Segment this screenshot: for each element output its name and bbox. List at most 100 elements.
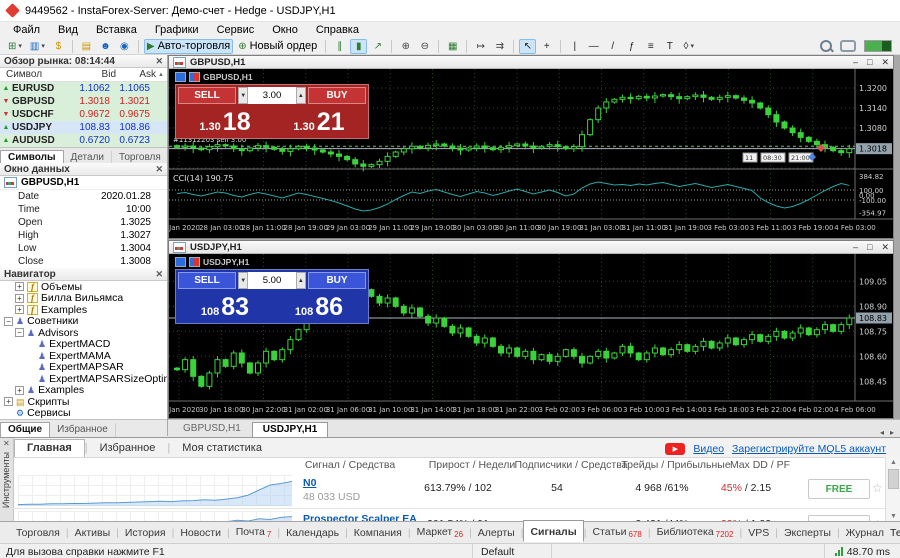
toolbox-tab-эксперты[interactable]: Эксперты (778, 524, 837, 542)
toolbox-tab-календарь[interactable]: Календарь (280, 524, 345, 542)
fibonacci-button[interactable]: ƒ (623, 39, 640, 54)
toolbox-tab-журнал[interactable]: Журнал (840, 524, 890, 542)
zoom-in-button[interactable]: ⊕ (397, 39, 414, 54)
dropdown-icon[interactable]: ▾ (690, 42, 694, 50)
horizontal-line-button[interactable]: — (585, 39, 602, 54)
column-symbol[interactable]: Символ (0, 69, 72, 80)
tile-windows-button[interactable]: ▦ (444, 39, 461, 54)
one-click-icon[interactable] (175, 72, 186, 82)
tree-item[interactable]: ♟ExpertMAMA (0, 350, 167, 362)
symbol-cell[interactable]: EURUSD (12, 83, 66, 94)
maximize-icon[interactable]: □ (867, 57, 872, 68)
menu-item[interactable]: Вставка (87, 23, 146, 37)
tree-item[interactable]: +fExamples (0, 304, 167, 316)
tree-item[interactable]: ⚙Сервисы (0, 408, 167, 420)
signals-tab-2[interactable]: Избранное (88, 440, 168, 457)
market-watch-row[interactable]: ▼USDCHF0.96720.9675 (0, 108, 167, 121)
dropdown-icon[interactable]: ▾ (41, 42, 45, 50)
auto-scroll-button[interactable]: ⇉ (491, 39, 508, 54)
strategy-tester-label[interactable]: Тестер стратегий (890, 527, 900, 539)
shift-end-button[interactable]: ↦ (472, 39, 489, 54)
tree-item[interactable]: ♟ExpertMAPSAR (0, 362, 167, 374)
close-icon[interactable]: ✕ (3, 439, 10, 448)
volume-decrease-icon[interactable]: ▼ (238, 272, 248, 289)
bar-chart-button[interactable]: ∥ (331, 39, 348, 54)
chat-icon[interactable] (840, 40, 856, 52)
toolbox-tab-библиотека[interactable]: Библиотека7202 (651, 523, 740, 542)
dropdown-icon[interactable]: ▾ (18, 42, 22, 50)
close-icon[interactable]: ✕ (155, 269, 163, 280)
register-mql5-link[interactable]: Зарегистрируйте MQL5 аккаунт (732, 443, 886, 455)
navigator-tab-2[interactable]: Избранное (50, 423, 116, 437)
tree-item[interactable]: ♟ExpertMAPSARSizeOptim (0, 373, 167, 385)
status-profile[interactable]: Default (472, 544, 552, 558)
chart-tab-gbpusd[interactable]: GBPUSD,H1 (172, 421, 252, 437)
scroll-right-icon[interactable]: ▸ (890, 428, 894, 437)
symbol-cell[interactable]: USDCHF (12, 109, 66, 120)
column-header[interactable]: Прирост / Недели (429, 459, 516, 471)
subscribe-free-button[interactable]: FREE (808, 479, 870, 499)
market-watch-row[interactable]: ▲USDJPY108.83108.86 (0, 121, 167, 134)
close-icon[interactable]: ✕ (155, 164, 163, 175)
symbol-cell[interactable]: AUDUSD (12, 135, 66, 146)
volume-input[interactable] (248, 272, 295, 289)
chart-window-titlebar[interactable]: USDJPY,H1 – □ ✕ (169, 241, 893, 254)
minimize-icon[interactable]: – (853, 57, 858, 68)
signal-row[interactable]: N048 033 USD613.79% / 102544 968 /61%45%… (0, 473, 900, 508)
tree-item[interactable]: −♟Advisors (0, 327, 167, 339)
menu-item[interactable]: Вид (49, 23, 87, 37)
navigator-tab-1[interactable]: Общие (0, 422, 50, 437)
autotrading-button[interactable]: ▶Авто-торговля (144, 39, 233, 54)
toolbox-tab-история[interactable]: История (119, 524, 172, 542)
sell-button[interactable]: SELL (178, 87, 236, 104)
chart-window-titlebar[interactable]: GBPUSD,H1 – □ ✕ (169, 56, 893, 69)
signal-row[interactable]: Prospector Scalper EA201.54% / 912652 43… (0, 508, 900, 522)
chart-canvas[interactable]: #11312203 sell 3.00CCI(14) 190.751.32001… (169, 69, 893, 238)
trendline-button[interactable]: / (604, 39, 621, 54)
column-bid[interactable]: Bid (72, 69, 116, 80)
market-watch-row[interactable]: ▼GBPUSD1.30181.3021 (0, 95, 167, 108)
vertical-line-button[interactable]: | (566, 39, 583, 54)
data-window-button[interactable]: ☻ (97, 39, 114, 54)
objects-button[interactable]: ◊▾ (680, 39, 697, 54)
tree-item[interactable]: +fБилла Вильямса (0, 293, 167, 305)
collapse-icon[interactable]: − (15, 328, 24, 337)
tree-item[interactable]: +♟Examples (0, 385, 167, 397)
close-icon[interactable]: ✕ (881, 57, 889, 68)
menu-item[interactable]: Графики (146, 23, 208, 37)
scroll-up-icon[interactable]: ▲ (156, 72, 166, 78)
video-link[interactable]: Видео (693, 443, 724, 455)
sell-price[interactable]: 10883 (178, 289, 272, 321)
scroll-left-icon[interactable]: ◂ (880, 428, 884, 437)
chart-canvas[interactable]: 109.05108.90108.75108.60108.45108.8330 J… (169, 254, 893, 418)
toolbox-tab-маркет[interactable]: Маркет26 (411, 523, 469, 542)
volume-increase-icon[interactable]: ▲ (296, 87, 306, 104)
menu-item[interactable]: Файл (4, 23, 49, 37)
candlestick-chart-button[interactable]: ▮ (350, 39, 367, 54)
sell-button[interactable]: SELL (178, 272, 236, 289)
volume-increase-icon[interactable]: ▲ (296, 272, 306, 289)
market-watch-row[interactable]: ▲AUDUSD0.67200.6723 (0, 134, 167, 147)
chart-tab-usdjpy[interactable]: USDJPY,H1 (252, 422, 328, 437)
minimize-icon[interactable]: – (853, 242, 858, 253)
column-header[interactable]: Подписчики / Средства (514, 459, 627, 471)
toolbox-tab-новости[interactable]: Новости (174, 524, 227, 542)
toolbox-tab-статьи[interactable]: Статьи678 (586, 523, 647, 542)
text-button[interactable]: T (661, 39, 678, 54)
zoom-out-button[interactable]: ⊖ (416, 39, 433, 54)
menu-item[interactable]: Сервис (208, 23, 264, 37)
volume-input[interactable] (248, 87, 295, 104)
crosshair-button[interactable]: + (538, 39, 555, 54)
line-chart-button[interactable]: ↗ (369, 39, 386, 54)
favorite-star-icon[interactable]: ☆ (872, 481, 883, 495)
menu-item[interactable]: Окно (263, 23, 307, 37)
refresh-rates-button[interactable]: $ (50, 39, 67, 54)
column-header[interactable]: Трейды / Прибыльные (621, 459, 730, 471)
symbol-cell[interactable]: USDJPY (12, 122, 66, 133)
toolbox-tab-сигналы[interactable]: Сигналы (523, 520, 583, 542)
signals-scrollbar[interactable]: ▲ ▼ (885, 457, 900, 522)
profiles-button[interactable]: ▥▾ (27, 39, 48, 54)
column-ask[interactable]: Ask (116, 69, 156, 80)
tree-item[interactable]: ♟ExpertMACD (0, 339, 167, 351)
scroll-thumb[interactable] (888, 469, 899, 489)
